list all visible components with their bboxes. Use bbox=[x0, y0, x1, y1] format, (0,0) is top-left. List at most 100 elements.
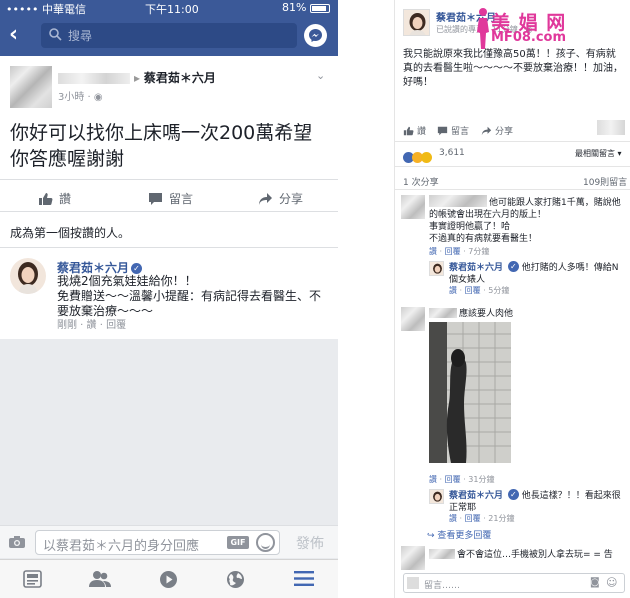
person-photo-icon bbox=[433, 263, 442, 274]
video-icon[interactable] bbox=[159, 570, 178, 589]
post-author[interactable]: ▸ 蔡君茹＊六月 bbox=[58, 69, 216, 86]
status-time: 下午11:00 bbox=[145, 3, 199, 16]
redacted-avatar bbox=[407, 577, 419, 589]
battery-percent: 81% bbox=[282, 1, 307, 14]
comment-photo[interactable] bbox=[429, 322, 511, 463]
friends-icon[interactable] bbox=[89, 570, 111, 588]
like-button[interactable]: 讚 bbox=[38, 190, 71, 207]
redacted-name bbox=[429, 549, 455, 559]
emoji-icon[interactable]: ☺ bbox=[606, 576, 617, 589]
comment-input[interactable]: 留言…… ◙ ☺ bbox=[403, 573, 625, 593]
bottom-tab-bar bbox=[0, 559, 338, 598]
redacted-name bbox=[58, 73, 130, 84]
post-time: 3小時 · ◉ bbox=[58, 92, 103, 103]
chevron-down-icon[interactable]: ⌄ bbox=[316, 69, 325, 82]
divider bbox=[0, 211, 338, 212]
page-avatar[interactable] bbox=[403, 9, 430, 36]
share-button[interactable]: 分享 bbox=[481, 124, 513, 137]
divider bbox=[0, 247, 338, 248]
search-placeholder: 搜尋 bbox=[68, 29, 93, 43]
divider bbox=[395, 189, 630, 190]
left-phone-screen: ••••• 中華電信 下午11:00 81% ‹ 搜尋 ▸ 蔡君茹＊六月 3小時… bbox=[0, 0, 338, 598]
comment-icon bbox=[437, 126, 448, 136]
reply-text: 我燒2個充氣娃娃給你！！ 免費贈送～～溫馨小提醒：有病記得去看醫生、不要放棄治療… bbox=[57, 274, 322, 318]
messenger-button[interactable] bbox=[304, 24, 327, 47]
view-more-replies[interactable]: ↪ 查看更多回覆 bbox=[427, 528, 491, 541]
carrier-label: ••••• 中華電信 bbox=[6, 3, 86, 16]
search-icon bbox=[49, 28, 62, 41]
reply-meta[interactable]: 讚 · 回覆 · 5分鐘 bbox=[449, 285, 509, 296]
thumbs-up-icon bbox=[403, 126, 414, 136]
share-icon bbox=[481, 126, 492, 136]
battery-icon bbox=[310, 4, 330, 13]
reply-text: 蔡君茹＊六月 ✓ 他長這樣？！！看起來很正常耶 bbox=[449, 489, 621, 513]
reaction-count[interactable]: 3,611 bbox=[439, 148, 465, 158]
verified-badge-icon: ✓ bbox=[507, 261, 519, 272]
person-photo-image bbox=[429, 322, 511, 463]
person-photo-icon bbox=[433, 491, 442, 502]
page-post-text: 我只能說原來我比僅豫高50萬！！孩子、有病就真的去看醫生啦～～～～不要放棄治療！… bbox=[403, 49, 623, 88]
search-input[interactable]: 搜尋 bbox=[41, 23, 297, 48]
reply-text: 蔡君茹＊六月 ✓ 他打賭的人多嗎！傳給N個女婊人 bbox=[449, 261, 619, 285]
comment-input[interactable]: 以蔡君茹＊六月的身分回應 GIF bbox=[35, 530, 280, 555]
arrow-icon: ▸ bbox=[134, 71, 144, 85]
menu-icon[interactable] bbox=[294, 570, 314, 587]
share-button[interactable]: 分享 bbox=[258, 190, 303, 207]
commenter-avatar-blurred[interactable] bbox=[401, 307, 425, 331]
divider bbox=[0, 179, 338, 180]
watermark-figure-icon bbox=[477, 8, 489, 49]
commenter-avatar-blurred[interactable] bbox=[401, 546, 425, 570]
comment-text: 應該要人肉他 bbox=[459, 309, 514, 319]
back-arrow-icon[interactable]: ‹ bbox=[9, 22, 18, 48]
reply-avatar[interactable] bbox=[429, 489, 444, 504]
commenter-avatar-blurred[interactable] bbox=[401, 195, 425, 219]
like-button[interactable]: 讚 bbox=[403, 124, 426, 137]
right-phone-screen: 蔡君茹＊六月 已說讚的專頁 · 11分鐘 · ◉ 美 娼 网 MF08.com … bbox=[394, 0, 630, 598]
globe-small-icon: ◉ bbox=[93, 92, 103, 103]
comment-button[interactable]: 留言 bbox=[437, 124, 469, 137]
post-button[interactable]: 發佈 bbox=[296, 533, 324, 553]
first-like-text[interactable]: 成為第一個按讚的人。 bbox=[10, 224, 130, 241]
messenger-icon bbox=[309, 29, 322, 42]
author-avatar-blurred[interactable] bbox=[10, 66, 52, 108]
share-count[interactable]: 1 次分享 bbox=[403, 175, 439, 188]
most-relevant-dropdown[interactable]: 最相關留言 ▾ bbox=[575, 148, 622, 159]
comment-button[interactable]: 留言 bbox=[148, 190, 193, 207]
share-icon bbox=[259, 193, 272, 205]
wow-reaction-icon bbox=[421, 152, 432, 163]
divider bbox=[395, 141, 630, 142]
comment-text: 他可能跟人家打賭1千萬，賭說他的帳號會出現在六月的版上！ 事實證明他贏了！哈 不… bbox=[429, 198, 621, 244]
globe-icon[interactable] bbox=[226, 570, 245, 589]
status-bar: ••••• 中華電信 下午11:00 81% bbox=[0, 0, 338, 16]
person-photo-icon bbox=[409, 13, 426, 35]
redacted-block bbox=[597, 120, 625, 135]
comment-count[interactable]: 109則留言 bbox=[583, 175, 627, 188]
reply-meta[interactable]: 剛剛 · 讚 · 回覆 bbox=[57, 316, 126, 331]
post-card: ▸ 蔡君茹＊六月 3小時 · ◉ ⌄ 你好可以找你上床嗎一次200萬希望你答應喔… bbox=[0, 56, 338, 339]
thumbs-up-icon bbox=[39, 193, 53, 205]
reaction-icons[interactable] bbox=[403, 147, 432, 166]
comment-composer: 以蔡君茹＊六月的身分回應 GIF 發佈 bbox=[0, 525, 338, 558]
post-text: 你好可以找你上床嗎一次200萬希望你答應喔謝謝 bbox=[10, 122, 313, 170]
news-feed-icon[interactable] bbox=[23, 570, 42, 588]
verified-badge-icon: ✓ bbox=[131, 263, 143, 274]
gif-button[interactable]: GIF bbox=[227, 536, 249, 549]
emoji-icon[interactable] bbox=[256, 533, 275, 552]
watermark-url: MF08.com bbox=[491, 30, 567, 45]
comment-icon bbox=[149, 193, 162, 205]
reply-meta[interactable]: 讚 · 回覆 · 21分鐘 bbox=[449, 513, 514, 524]
comment-placeholder: 以蔡君茹＊六月的身分回應 bbox=[43, 539, 200, 554]
redacted-name bbox=[429, 308, 457, 318]
comment-meta[interactable]: 讚 · 回覆 · 7分鐘 bbox=[429, 246, 489, 257]
screenshot-composite: ••••• 中華電信 下午11:00 81% ‹ 搜尋 ▸ 蔡君茹＊六月 3小時… bbox=[0, 0, 630, 598]
reply-avatar[interactable] bbox=[10, 258, 46, 294]
verified-badge-icon: ✓ bbox=[507, 489, 519, 500]
comment-placeholder: 留言…… bbox=[424, 581, 461, 591]
camera-icon[interactable] bbox=[8, 535, 26, 549]
page-name: 蔡君茹＊六月 bbox=[143, 71, 216, 85]
camera-icon[interactable]: ◙ bbox=[590, 577, 600, 588]
person-photo-icon bbox=[18, 262, 38, 294]
comment-meta[interactable]: 讚 · 回覆 · 31分鐘 bbox=[429, 474, 494, 485]
comment-text: 會不會這位…手機被別人拿去玩= = 告 bbox=[457, 550, 613, 560]
reply-avatar[interactable] bbox=[429, 261, 444, 276]
